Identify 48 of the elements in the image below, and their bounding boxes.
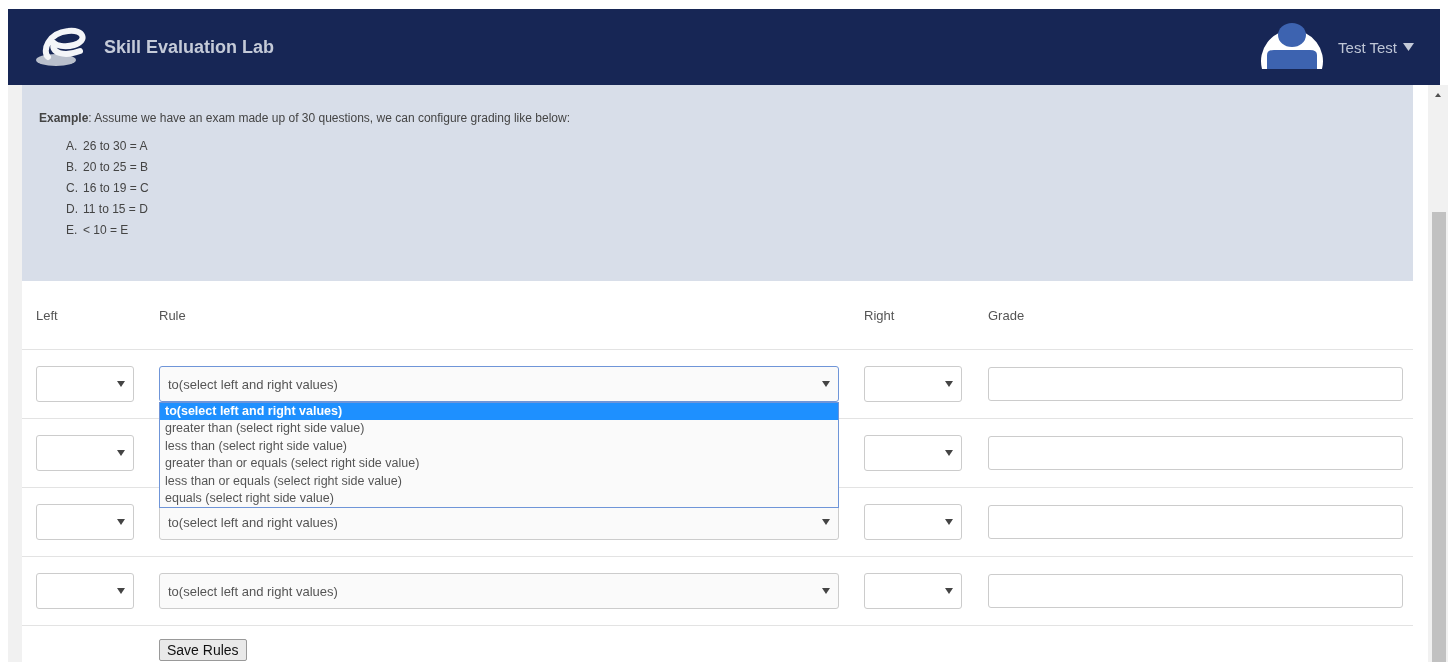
right-select[interactable] <box>864 366 962 402</box>
list-marker: D. <box>66 202 79 218</box>
caret-icon <box>945 588 953 594</box>
caret-icon <box>117 381 125 387</box>
caret-icon <box>117 588 125 594</box>
grade-input[interactable] <box>988 505 1403 539</box>
column-header: Left <box>36 307 59 323</box>
dropdown-option[interactable]: greater than or equals (select right side value) <box>160 455 838 473</box>
grading-example: 16 to 19 = C <box>83 181 149 197</box>
save-rules-button[interactable]: Save Rules <box>159 639 247 661</box>
caret-icon <box>117 450 125 456</box>
right-select[interactable] <box>864 504 962 540</box>
list-marker: E. <box>66 223 79 239</box>
caret-icon <box>822 381 830 387</box>
caret-icon <box>945 381 953 387</box>
grading-example: 11 to 15 = D <box>83 202 148 218</box>
grade-input[interactable] <box>988 436 1403 470</box>
dropdown-option[interactable]: greater than (select right side value) <box>160 420 838 438</box>
caret-icon <box>945 450 953 456</box>
dropdown-option[interactable]: less than or equals (select right side value) <box>160 472 838 490</box>
grading-example: 20 to 25 = B <box>83 160 149 176</box>
left-select[interactable] <box>36 504 134 540</box>
right-select[interactable] <box>864 573 962 609</box>
caret-icon <box>945 519 953 525</box>
column-header: Rule <box>159 307 187 323</box>
rule-select[interactable]: to(select left and right values) <box>159 366 839 402</box>
grade-input[interactable] <box>988 574 1403 608</box>
caret-icon[interactable] <box>1403 43 1414 51</box>
left-select[interactable] <box>36 435 134 471</box>
grade-input[interactable] <box>988 367 1403 401</box>
caret-icon <box>117 519 125 525</box>
app-title: Skill Evaluation Lab <box>104 36 275 58</box>
caret-icon <box>822 588 830 594</box>
grading-example: < 10 = E <box>83 223 129 239</box>
rule-select[interactable]: to(select left and right values) <box>159 573 839 609</box>
list-marker: C. <box>66 181 79 197</box>
left-select[interactable] <box>36 366 134 402</box>
user-name[interactable]: Test Test <box>1338 38 1397 56</box>
right-select[interactable] <box>864 435 962 471</box>
example-text: Example: Assume we have an exam made up of 30 questions, we can configure grading like below: <box>39 111 571 125</box>
dropdown-option[interactable]: less than (select right side value) <box>160 437 838 456</box>
grading-example: 26 to 30 = A <box>83 139 148 155</box>
column-header: Right <box>864 307 896 323</box>
list-marker: B. <box>66 160 79 176</box>
left-select[interactable] <box>36 573 134 609</box>
column-header: Grade <box>988 307 1026 323</box>
caret-icon <box>822 519 830 525</box>
list-marker: A. <box>66 139 79 155</box>
